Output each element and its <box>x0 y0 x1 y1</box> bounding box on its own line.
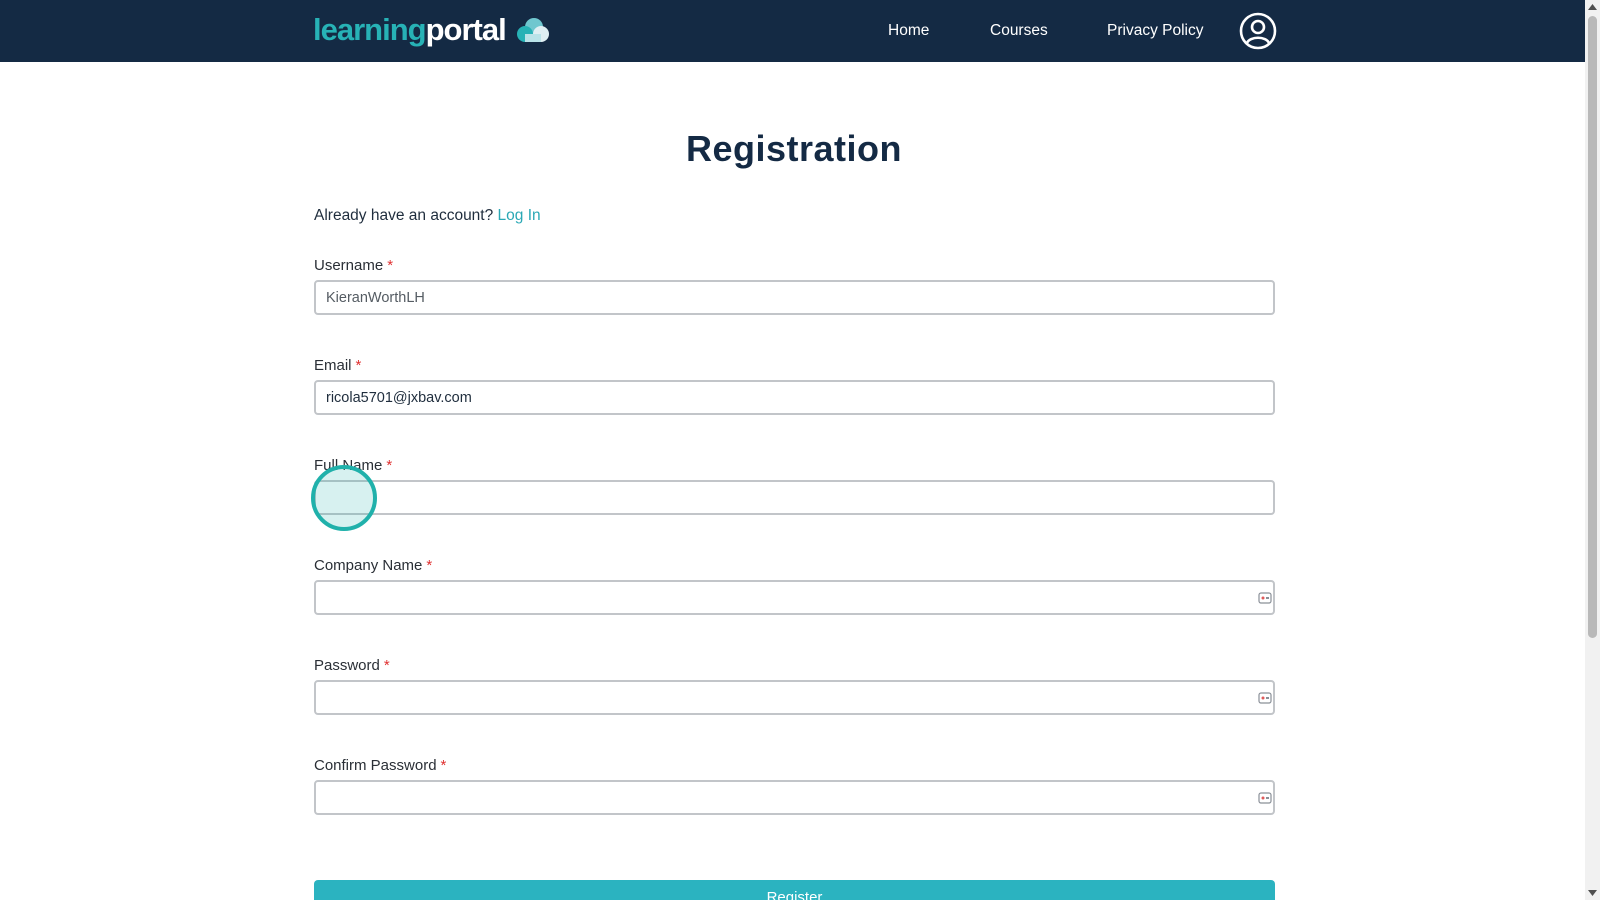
full-name-input[interactable] <box>314 480 1275 515</box>
password-label: Password * <box>314 657 390 674</box>
required-marker: * <box>386 457 393 474</box>
company-name-input[interactable] <box>314 580 1275 615</box>
full-name-label-text: Full Name <box>314 457 383 474</box>
login-link[interactable]: Log In <box>498 207 541 224</box>
scroll-up-arrow-icon[interactable] <box>1585 0 1600 14</box>
company-name-label-text: Company Name <box>314 557 423 574</box>
confirm-password-input[interactable] <box>314 780 1275 815</box>
required-marker: * <box>387 257 394 274</box>
required-marker: * <box>426 557 433 574</box>
user-account-icon[interactable] <box>1239 12 1277 50</box>
nav-privacy-policy-link[interactable]: Privacy Policy <box>1107 0 1203 62</box>
register-button[interactable]: Register <box>314 880 1275 900</box>
password-label-text: Password <box>314 657 380 674</box>
username-label-text: Username <box>314 257 384 274</box>
autofill-key-icon[interactable] <box>1258 691 1272 705</box>
username-label: Username * <box>314 257 393 274</box>
page-title: Registration <box>685 128 903 169</box>
full-name-label: Full Name * <box>314 457 392 474</box>
learningportal-logo[interactable]: learning portal <box>313 12 552 48</box>
nav-home-link[interactable]: Home <box>888 0 929 62</box>
required-marker: * <box>383 657 390 674</box>
top-navigation-bar: learning portal Home Courses Privacy Poli… <box>0 0 1585 62</box>
confirm-password-label: Confirm Password * <box>314 757 446 774</box>
confirm-password-label-text: Confirm Password <box>314 757 437 774</box>
cloud-logo-icon <box>516 18 549 42</box>
email-input[interactable] <box>314 380 1275 415</box>
login-prompt-text: Already have an account? <box>314 207 494 224</box>
email-label-text: Email <box>314 357 352 374</box>
autofill-key-icon[interactable] <box>1258 591 1272 605</box>
logo-text-portal: portal <box>425 12 507 47</box>
required-marker: * <box>440 757 447 774</box>
required-marker: * <box>355 357 362 374</box>
scrollbar-thumb[interactable] <box>1588 16 1597 638</box>
username-input[interactable] <box>314 280 1275 315</box>
login-prompt: Already have an account? Log In <box>314 207 541 225</box>
registration-page: learning portal Home Courses Privacy Poli… <box>0 0 1600 900</box>
logo-text-learning: learning <box>313 12 427 47</box>
autofill-key-icon[interactable] <box>1258 791 1272 805</box>
company-name-label: Company Name * <box>314 557 432 574</box>
nav-courses-link[interactable]: Courses <box>990 0 1048 62</box>
password-input[interactable] <box>314 680 1275 715</box>
email-label: Email * <box>314 357 361 374</box>
scroll-down-arrow-icon[interactable] <box>1585 886 1600 900</box>
